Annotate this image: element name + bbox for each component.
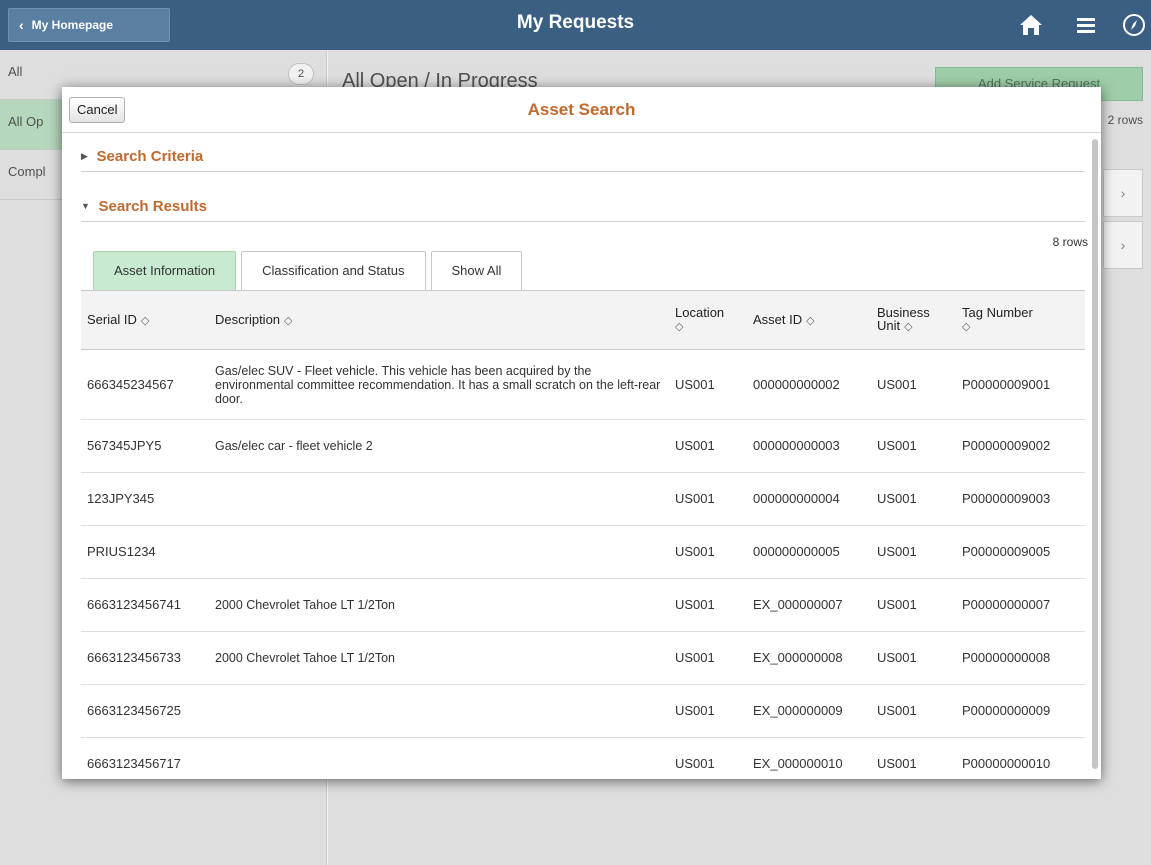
sort-icon: ◇	[962, 321, 971, 333]
search-criteria-section[interactable]: ▶ Search Criteria	[81, 148, 1085, 172]
description-cell: 2000 Chevrolet Tahoe LT 1/2Ton	[209, 578, 669, 632]
table-header-row: Serial ID ◇ Description ◇ Location ◇ Asset …	[81, 290, 1085, 350]
table-row[interactable]: 6663123456733 2000 Chevrolet Tahoe LT 1/…	[81, 631, 1085, 685]
menu-icon[interactable]	[1072, 11, 1100, 39]
location-cell: US001	[669, 472, 747, 526]
business-unit-cell: US001	[871, 349, 956, 420]
business-unit-cell: US001	[871, 631, 956, 685]
asset-id-cell: 000000000003	[747, 419, 871, 473]
table-row[interactable]: 6663123456717 US001 EX_000000010 US001 P…	[81, 737, 1085, 779]
home-icon[interactable]	[1017, 11, 1045, 39]
tag-number-cell: P00000000008	[956, 631, 1085, 685]
tab-show-all[interactable]: Show All	[430, 251, 523, 291]
business-unit-cell: US001	[871, 419, 956, 473]
page-title: My Requests	[516, 12, 635, 33]
tag-number-cell: P00000009003	[956, 472, 1085, 526]
asset-id-cell: 000000000004	[747, 472, 871, 526]
asset-id-cell: EX_000000010	[747, 737, 871, 779]
serial-id-cell: 6663123456741	[81, 578, 209, 632]
top-banner: ‹ My Homepage My Requests	[0, 0, 1151, 50]
modal-body: ▶ Search Criteria ▼ Search Results 8 row…	[62, 134, 1088, 779]
location-cell: US001	[669, 578, 747, 632]
results-row-count: 8 rows	[1052, 235, 1088, 249]
tag-number-cell: P00000000007	[956, 578, 1085, 632]
collapsed-triangle-icon: ▶	[81, 151, 88, 161]
serial-id-cell: 6663123456725	[81, 684, 209, 738]
section-title: Search Results	[98, 198, 207, 215]
serial-id-cell: 567345JPY5	[81, 419, 209, 473]
asset-id-cell: EX_000000009	[747, 684, 871, 738]
location-cell: US001	[669, 737, 747, 779]
modal-title: Asset Search	[527, 100, 636, 119]
tag-number-cell: P00000009001	[956, 349, 1085, 420]
serial-id-cell: 666345234567	[81, 349, 209, 420]
asset-id-cell: EX_000000008	[747, 631, 871, 685]
column-header-serial-id[interactable]: Serial ID ◇	[81, 290, 209, 350]
business-unit-cell: US001	[871, 472, 956, 526]
column-header-asset-id[interactable]: Asset ID ◇	[747, 290, 871, 350]
table-row[interactable]: 666345234567 Gas/elec SUV - Fleet vehicl…	[81, 349, 1085, 420]
sort-icon: ◇	[284, 314, 293, 327]
tab-classification-status[interactable]: Classification and Status	[241, 251, 426, 291]
table-row[interactable]: PRIUS1234 US001 000000000005 US001 P0000…	[81, 525, 1085, 579]
column-header-location[interactable]: Location ◇	[669, 290, 747, 350]
column-header-business-unit[interactable]: Business Unit ◇	[871, 290, 956, 350]
business-unit-cell: US001	[871, 737, 956, 779]
description-cell	[209, 525, 669, 579]
location-cell: US001	[669, 631, 747, 685]
tag-number-cell: P00000000010	[956, 737, 1085, 779]
table-body: 666345234567 Gas/elec SUV - Fleet vehicl…	[81, 349, 1085, 779]
asset-id-cell: 000000000002	[747, 349, 871, 420]
sort-icon: ◇	[675, 321, 684, 333]
location-cell: US001	[669, 419, 747, 473]
sort-icon: ◇	[806, 314, 815, 327]
column-header-description[interactable]: Description ◇	[209, 290, 669, 350]
description-cell	[209, 472, 669, 526]
description-cell	[209, 684, 669, 738]
asset-results-table: Serial ID ◇ Description ◇ Location ◇ Asset …	[81, 290, 1085, 779]
table-row[interactable]: 6663123456741 2000 Chevrolet Tahoe LT 1/…	[81, 578, 1085, 632]
location-cell: US001	[669, 525, 747, 579]
expanded-triangle-icon: ▼	[81, 201, 90, 211]
serial-id-cell: 123JPY345	[81, 472, 209, 526]
sort-icon: ◇	[140, 314, 150, 327]
column-header-tag-number[interactable]: Tag Number ◇	[956, 290, 1085, 350]
tag-number-cell: P00000000009	[956, 684, 1085, 738]
description-cell	[209, 737, 669, 779]
modal-scrollbar[interactable]	[1092, 139, 1098, 769]
asset-id-cell: 000000000005	[747, 525, 871, 579]
table-row[interactable]: 567345JPY5 Gas/elec car - fleet vehicle …	[81, 419, 1085, 473]
location-cell: US001	[669, 349, 747, 420]
business-unit-cell: US001	[871, 578, 956, 632]
tag-number-cell: P00000009005	[956, 525, 1085, 579]
business-unit-cell: US001	[871, 684, 956, 738]
section-title: Search Criteria	[96, 148, 204, 165]
location-cell: US001	[669, 684, 747, 738]
sort-icon: ◇	[904, 321, 913, 333]
asset-search-modal: Cancel Asset Search ▶ Search Criteria ▼ …	[62, 87, 1101, 779]
asset-id-cell: EX_000000007	[747, 578, 871, 632]
serial-id-cell: 6663123456733	[81, 631, 209, 685]
business-unit-cell: US001	[871, 525, 956, 579]
search-results-section[interactable]: ▼ Search Results	[81, 198, 1085, 222]
tab-asset-information[interactable]: Asset Information	[93, 251, 237, 291]
table-row[interactable]: 123JPY345 US001 000000000004 US001 P0000…	[81, 472, 1085, 526]
description-cell: 2000 Chevrolet Tahoe LT 1/2Ton	[209, 631, 669, 685]
tag-number-cell: P00000009002	[956, 419, 1085, 473]
serial-id-cell: 6663123456717	[81, 737, 209, 779]
result-tabs: Asset Information Classification and Sta…	[93, 251, 527, 291]
table-row[interactable]: 6663123456725 US001 EX_000000009 US001 P…	[81, 684, 1085, 738]
description-cell: Gas/elec SUV - Fleet vehicle. This vehic…	[209, 349, 669, 420]
description-cell: Gas/elec car - fleet vehicle 2	[209, 419, 669, 473]
modal-header: Cancel Asset Search	[62, 87, 1101, 133]
navbar-icon[interactable]	[1120, 11, 1148, 39]
serial-id-cell: PRIUS1234	[81, 525, 209, 579]
